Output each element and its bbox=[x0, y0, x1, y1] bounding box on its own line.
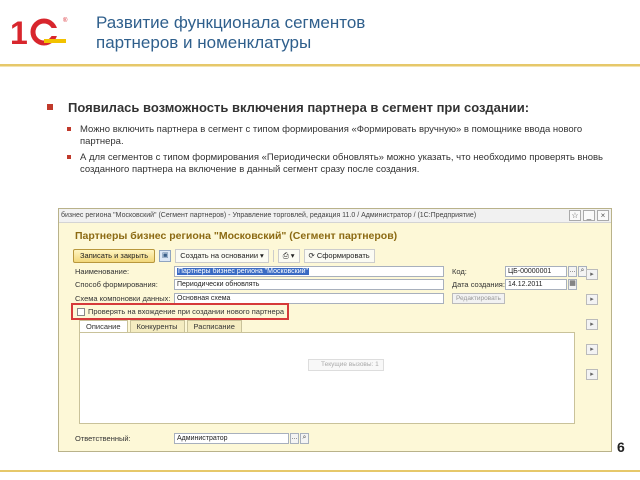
side-action-button[interactable]: ▸ bbox=[586, 344, 598, 355]
edit-button[interactable]: Редактировать bbox=[452, 293, 505, 304]
method-label: Способ формирования: bbox=[75, 280, 158, 289]
scheme-label: Схема компоновки данных: bbox=[75, 294, 171, 303]
bullet-marker-icon bbox=[47, 104, 53, 110]
responsible-choose-button[interactable]: ... bbox=[290, 433, 299, 444]
code-label: Код: bbox=[452, 267, 467, 276]
sub-bullet: Можно включить партнера в сегмент с типо… bbox=[67, 124, 610, 148]
code-choose-button[interactable]: ... bbox=[568, 266, 577, 277]
form-title: Партнеры бизнес региона "Московский" (Се… bbox=[75, 230, 398, 242]
slide-title-line-2: партнеров и номенклатуры bbox=[96, 33, 312, 52]
slide-title: Развитие функционала сегментов партнеров… bbox=[96, 13, 516, 53]
generate-button[interactable]: ⟳ Сформировать bbox=[303, 249, 375, 263]
window-title: бизнес региона "Московский" (Сегмент пар… bbox=[61, 212, 477, 219]
responsible-label: Ответственный: bbox=[75, 434, 131, 443]
window-controls: ☆ _ × bbox=[569, 210, 609, 221]
tab-schedule[interactable]: Расписание bbox=[186, 320, 242, 332]
side-buttons: ▸ ▸ ▸ ▸ ▸ bbox=[586, 269, 598, 380]
side-action-button[interactable]: ▸ bbox=[586, 319, 598, 330]
slide-title-line-1: Развитие функционала сегментов bbox=[96, 13, 366, 32]
footer-divider bbox=[0, 470, 640, 472]
toolbar-separator bbox=[272, 250, 274, 262]
tab-description[interactable]: Описание bbox=[79, 320, 128, 332]
date-label: Дата создания: bbox=[452, 280, 505, 289]
chevron-down-icon: ▾ bbox=[260, 251, 264, 260]
calendar-icon[interactable]: ▦ bbox=[568, 279, 577, 290]
close-icon[interactable]: × bbox=[597, 210, 609, 221]
sub-bullet-text: А для сегментов с типом формирования «Пе… bbox=[80, 152, 603, 175]
sub-bullet-text: Можно включить партнера в сегмент с типо… bbox=[80, 124, 583, 147]
method-field[interactable]: Периодически обновлять bbox=[174, 279, 444, 290]
current-calls-tooltip: Текущие вызовы: 1 bbox=[308, 359, 384, 371]
header-divider-light bbox=[0, 66, 640, 67]
main-bullet-text: Появилась возможность включения партнера… bbox=[68, 100, 530, 115]
generate-label: Сформировать bbox=[316, 251, 370, 260]
check-on-create-checkbox[interactable] bbox=[77, 307, 85, 316]
side-action-button[interactable]: ▸ bbox=[586, 369, 598, 380]
print-menu-button[interactable]: ⎙ ▾ bbox=[277, 249, 300, 263]
side-action-button[interactable]: ▸ bbox=[586, 294, 598, 305]
create-based-on-button[interactable]: Создать на основании ▾ bbox=[175, 249, 269, 263]
chevron-down-icon: ▾ bbox=[290, 251, 295, 260]
segment-form-window: бизнес региона "Московский" (Сегмент пар… bbox=[58, 208, 612, 452]
name-field[interactable]: Партнеры бизнес региона "Московский" bbox=[174, 266, 444, 277]
check-on-create-row[interactable]: Проверять на вхождение при создании ново… bbox=[77, 307, 284, 316]
registered-mark: ® bbox=[63, 17, 68, 24]
date-field[interactable]: 14.12.2011 bbox=[505, 279, 567, 290]
side-action-button[interactable]: ▸ bbox=[586, 269, 598, 280]
name-value: Партнеры бизнес региона "Московский" bbox=[177, 268, 310, 275]
form-tabs: Описание Конкуренты Расписание bbox=[79, 320, 242, 332]
svg-text:1: 1 bbox=[10, 15, 28, 48]
form-toolbar: Записать и закрыть ▣ Создать на основани… bbox=[73, 248, 375, 264]
bullet-marker-icon bbox=[67, 155, 71, 159]
check-on-create-label: Проверять на вхождение при создании ново… bbox=[88, 307, 285, 316]
sub-bullet: А для сегментов с типом формирования «Пе… bbox=[67, 152, 610, 176]
tab-competitors[interactable]: Конкуренты bbox=[129, 320, 185, 332]
search-icon[interactable]: ⌕ bbox=[300, 433, 309, 444]
window-titlebar: бизнес региона "Московский" (Сегмент пар… bbox=[59, 209, 611, 223]
description-text-area[interactable]: Текущие вызовы: 1 bbox=[79, 332, 575, 424]
refresh-icon: ⟳ bbox=[308, 251, 315, 260]
star-icon[interactable]: ☆ bbox=[569, 210, 581, 221]
minimize-icon[interactable]: _ bbox=[583, 210, 595, 221]
save-icon[interactable]: ▣ bbox=[159, 250, 172, 262]
page-number: 6 bbox=[617, 439, 625, 455]
bullet-marker-icon bbox=[67, 127, 71, 131]
name-label: Наименование: bbox=[75, 267, 130, 276]
save-and-close-button[interactable]: Записать и закрыть bbox=[73, 249, 156, 263]
print-icon: ⎙ bbox=[282, 251, 289, 260]
responsible-field[interactable]: Администратор bbox=[174, 433, 289, 444]
code-field[interactable]: ЦБ-00000001 bbox=[505, 266, 567, 277]
create-based-on-label: Создать на основании bbox=[180, 251, 259, 260]
1c-logo-icon: 1 ® bbox=[10, 15, 68, 48]
